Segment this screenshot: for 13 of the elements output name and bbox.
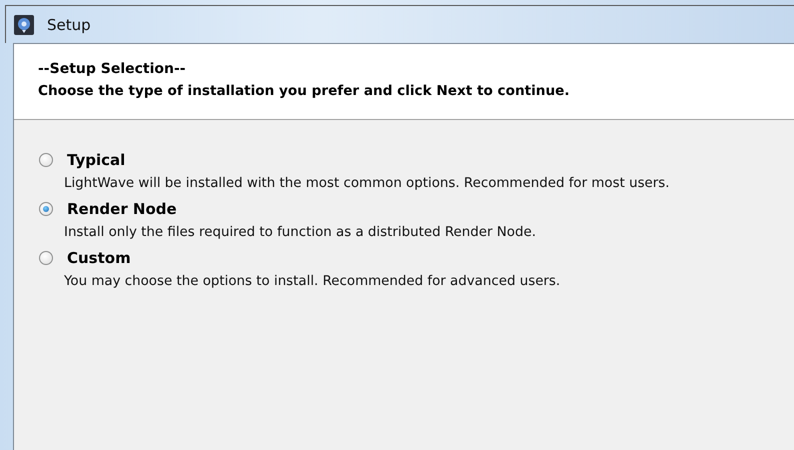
radio-button[interactable] bbox=[39, 250, 53, 264]
instruction-text: Choose the type of installation you prefer and click Next to continue. bbox=[38, 82, 571, 101]
window-title: Setup bbox=[47, 16, 91, 34]
radio-button[interactable] bbox=[39, 152, 53, 166]
option-description: You may choose the options to install. Recommended for advanced users. bbox=[63, 273, 562, 291]
section-title: --Setup Selection-- bbox=[38, 60, 187, 79]
option-description: LightWave will be installed with the most common options. Recommended for most users. bbox=[63, 175, 671, 193]
radio-button[interactable] bbox=[39, 202, 53, 216]
setup-app-icon bbox=[14, 14, 34, 34]
option-description: Install only the files required to function as a distributed Render Node. bbox=[63, 224, 537, 242]
option-label[interactable]: Typical bbox=[67, 150, 126, 168]
option-label[interactable]: Render Node bbox=[67, 200, 177, 218]
option-label[interactable]: Custom bbox=[67, 248, 131, 266]
